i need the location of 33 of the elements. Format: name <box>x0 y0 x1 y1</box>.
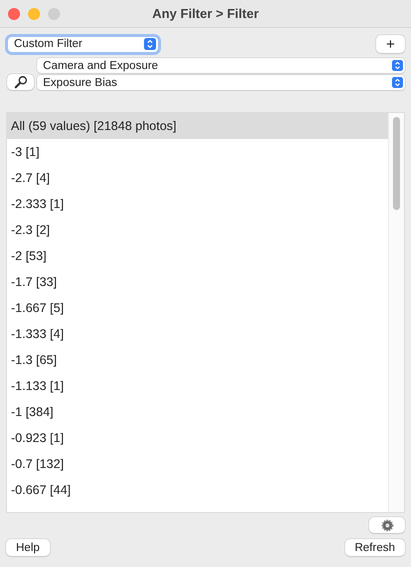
help-button[interactable]: Help <box>6 539 50 556</box>
stepper-icon <box>144 38 156 50</box>
list-item[interactable]: -0.923 [1] <box>7 425 388 451</box>
list-item[interactable]: -2.333 [1] <box>7 191 388 217</box>
minimize-button[interactable] <box>28 8 40 20</box>
stepper-icon <box>392 60 403 71</box>
field-dropdown[interactable]: Exposure Bias <box>37 75 405 90</box>
zoom-button[interactable] <box>48 8 60 20</box>
list-item[interactable]: -1.333 [4] <box>7 321 388 347</box>
list-item[interactable]: -2.3 [2] <box>7 217 388 243</box>
window-title: Any Filter > Filter <box>152 6 259 21</box>
magnifier-icon <box>14 75 28 89</box>
list-item[interactable]: -1.667 [5] <box>7 295 388 321</box>
add-button[interactable]: + <box>376 35 405 53</box>
gear-icon <box>380 518 394 532</box>
refresh-button[interactable]: Refresh <box>344 539 405 556</box>
scrollbar-thumb[interactable] <box>393 117 400 210</box>
list-item[interactable]: -3 [1] <box>7 139 388 165</box>
list-item[interactable]: All (59 values) [21848 photos] <box>7 113 388 139</box>
list-item[interactable]: -0.667 [44] <box>7 477 388 503</box>
stepper-icon <box>392 77 403 88</box>
list-item[interactable]: -2 [53] <box>7 243 388 269</box>
search-button[interactable] <box>7 74 34 90</box>
close-button[interactable] <box>8 8 20 20</box>
filter-preset-dropdown[interactable]: Custom Filter <box>8 36 158 52</box>
list-item[interactable]: -1.133 [1] <box>7 373 388 399</box>
category-dropdown[interactable]: Camera and Exposure <box>37 58 405 73</box>
list-item[interactable]: -1 [384] <box>7 399 388 425</box>
list-item[interactable]: -2.7 [4] <box>7 165 388 191</box>
list-item[interactable]: -1.7 [33] <box>7 269 388 295</box>
list-item[interactable]: -0.7 [132] <box>7 451 388 477</box>
settings-button[interactable] <box>369 517 405 533</box>
list-item[interactable]: -1.3 [65] <box>7 347 388 373</box>
